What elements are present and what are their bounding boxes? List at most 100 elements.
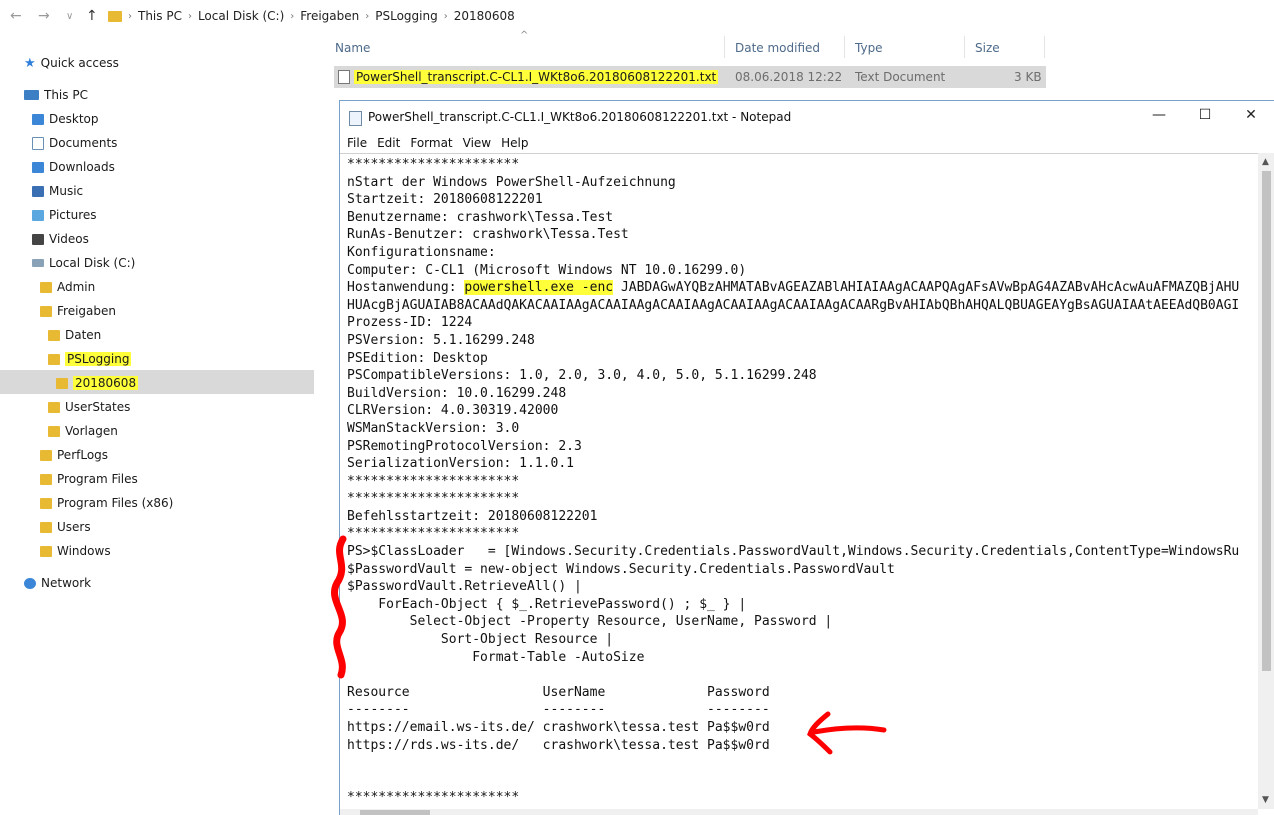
breadcrumb-item[interactable]: PSLogging: [375, 9, 437, 23]
highlighted-command: powershell.exe -enc: [464, 280, 614, 296]
sidebar-item-music[interactable]: Music: [32, 180, 83, 202]
sidebar-item-local-disk[interactable]: Local Disk (C:): [32, 252, 135, 274]
folder-icon: [48, 353, 60, 365]
sidebar-item-perflogs[interactable]: PerfLogs: [40, 444, 108, 466]
notepad-window: PowerShell_transcript.C-CL1.I_WKt8o6.201…: [339, 100, 1274, 815]
vertical-scrollbar[interactable]: ▲ ▼: [1258, 153, 1274, 809]
scroll-up-icon[interactable]: ▲: [1262, 157, 1269, 167]
sidebar-item-this-pc[interactable]: This PC: [24, 84, 88, 106]
sidebar-item-videos[interactable]: Videos: [32, 228, 89, 250]
file-size: 3 KB: [1014, 70, 1042, 84]
column-separator[interactable]: [844, 36, 845, 58]
folder-icon: [48, 425, 60, 437]
close-icon[interactable]: ✕: [1228, 107, 1274, 127]
sidebar-item-label: Desktop: [49, 112, 99, 126]
column-header-type[interactable]: Type: [855, 41, 883, 55]
folder-icon: [40, 545, 52, 557]
folder-icon: [40, 305, 52, 317]
sidebar-item-label: Vorlagen: [65, 424, 118, 438]
breadcrumb-item[interactable]: 20180608: [454, 9, 515, 23]
menu-edit[interactable]: Edit: [377, 136, 400, 150]
sidebar-item-program-files[interactable]: Program Files: [40, 468, 138, 490]
up-icon[interactable]: ↑: [86, 8, 98, 24]
folder-icon: [48, 401, 60, 413]
notepad-title-bar[interactable]: PowerShell_transcript.C-CL1.I_WKt8o6.201…: [340, 101, 1274, 133]
sidebar-item-freigaben[interactable]: Freigaben: [40, 300, 116, 322]
sidebar-item-label: Windows: [57, 544, 111, 558]
window-title: PowerShell_transcript.C-CL1.I_WKt8o6.201…: [368, 110, 792, 124]
recent-locations-icon[interactable]: ∨: [66, 11, 73, 22]
sidebar-item-quick-access[interactable]: ★ Quick access: [24, 52, 119, 74]
scroll-thumb[interactable]: [360, 810, 430, 815]
column-separator[interactable]: [964, 36, 965, 58]
file-name: PowerShell_transcript.C-CL1.I_WKt8o6.201…: [354, 70, 719, 84]
sidebar-item-label: Quick access: [40, 56, 119, 70]
sidebar-item-label: Users: [57, 520, 91, 534]
menu-format[interactable]: Format: [410, 136, 452, 150]
breadcrumb-item[interactable]: Freigaben: [300, 9, 359, 23]
column-header-date[interactable]: Date modified: [735, 41, 820, 55]
forward-icon[interactable]: →: [38, 8, 50, 24]
menu-bar: File Edit Format View Help: [340, 133, 1274, 153]
sidebar-item-label: Downloads: [49, 160, 115, 174]
text-editor[interactable]: ********************** nStart der Window…: [340, 153, 1258, 810]
sidebar-item-label: This PC: [44, 88, 88, 102]
videos-icon: [32, 233, 44, 245]
sidebar-item-admin[interactable]: Admin: [40, 276, 95, 298]
sidebar-item-desktop[interactable]: Desktop: [32, 108, 99, 130]
column-header-size[interactable]: Size: [975, 41, 1000, 55]
network-icon: [24, 577, 36, 589]
folder-icon: [40, 521, 52, 533]
sidebar-item-pslogging[interactable]: PSLogging: [48, 348, 132, 370]
scroll-thumb[interactable]: [1262, 171, 1271, 671]
sidebar-item-label: Videos: [49, 232, 89, 246]
sidebar-item-20180608[interactable]: 20180608: [56, 372, 139, 394]
horizontal-scrollbar[interactable]: [340, 809, 1258, 815]
sidebar-item-userstates[interactable]: UserStates: [48, 396, 130, 418]
folder-icon: [40, 497, 52, 509]
breadcrumb-item[interactable]: This PC: [138, 9, 182, 23]
menu-help[interactable]: Help: [501, 136, 528, 150]
sidebar-item-label: Admin: [57, 280, 96, 294]
sidebar-item-label: Freigaben: [57, 304, 116, 318]
menu-file[interactable]: File: [347, 136, 367, 150]
sidebar-item-pictures[interactable]: Pictures: [32, 204, 97, 226]
maximize-icon[interactable]: ☐: [1182, 107, 1228, 127]
back-icon[interactable]: ←: [10, 8, 22, 24]
file-date: 08.06.2018 12:22: [735, 70, 843, 84]
sidebar-item-label: UserStates: [65, 400, 131, 414]
sidebar-item-label: Daten: [65, 328, 102, 342]
column-separator[interactable]: [724, 36, 725, 58]
minimize-icon[interactable]: —: [1136, 107, 1182, 127]
documents-icon: [32, 136, 44, 150]
table-row[interactable]: PowerShell_transcript.C-CL1.I_WKt8o6.201…: [334, 66, 1046, 88]
document-text: ********************** nStart der Window…: [347, 157, 1240, 806]
breadcrumb[interactable]: › This PC › Local Disk (C:) › Freigaben …: [108, 7, 515, 25]
sidebar-item-program-files-x86[interactable]: Program Files (x86): [40, 492, 173, 514]
sidebar-item-label: 20180608: [73, 376, 139, 390]
file-type: Text Document: [855, 70, 946, 84]
column-header-name[interactable]: Name: [335, 41, 370, 55]
sidebar-item-daten[interactable]: Daten: [48, 324, 101, 346]
folder-icon: [108, 10, 122, 22]
sidebar-item-documents[interactable]: Documents: [32, 132, 117, 154]
sidebar-item-label: Program Files: [57, 472, 138, 486]
sidebar-item-downloads[interactable]: Downloads: [32, 156, 115, 178]
scroll-down-icon[interactable]: ▼: [1262, 795, 1269, 805]
sidebar-item-label: Documents: [49, 136, 118, 150]
sidebar-item-label: Music: [49, 184, 84, 198]
sidebar-item-label: Program Files (x86): [57, 496, 174, 510]
menu-view[interactable]: View: [463, 136, 491, 150]
text-file-icon: [338, 70, 350, 84]
desktop-icon: [32, 113, 44, 125]
breadcrumb-item[interactable]: Local Disk (C:): [198, 9, 284, 23]
sidebar-item-users[interactable]: Users: [40, 516, 91, 538]
sidebar-item-windows[interactable]: Windows: [40, 540, 111, 562]
folder-icon: [40, 473, 52, 485]
sidebar-item-network[interactable]: Network: [24, 572, 91, 594]
folder-icon: [48, 329, 60, 341]
column-separator[interactable]: [1044, 36, 1045, 58]
file-list-header: Name ^ Date modified Type Size: [330, 30, 1274, 58]
disk-icon: [32, 259, 44, 267]
sidebar-item-vorlagen[interactable]: Vorlagen: [48, 420, 118, 442]
